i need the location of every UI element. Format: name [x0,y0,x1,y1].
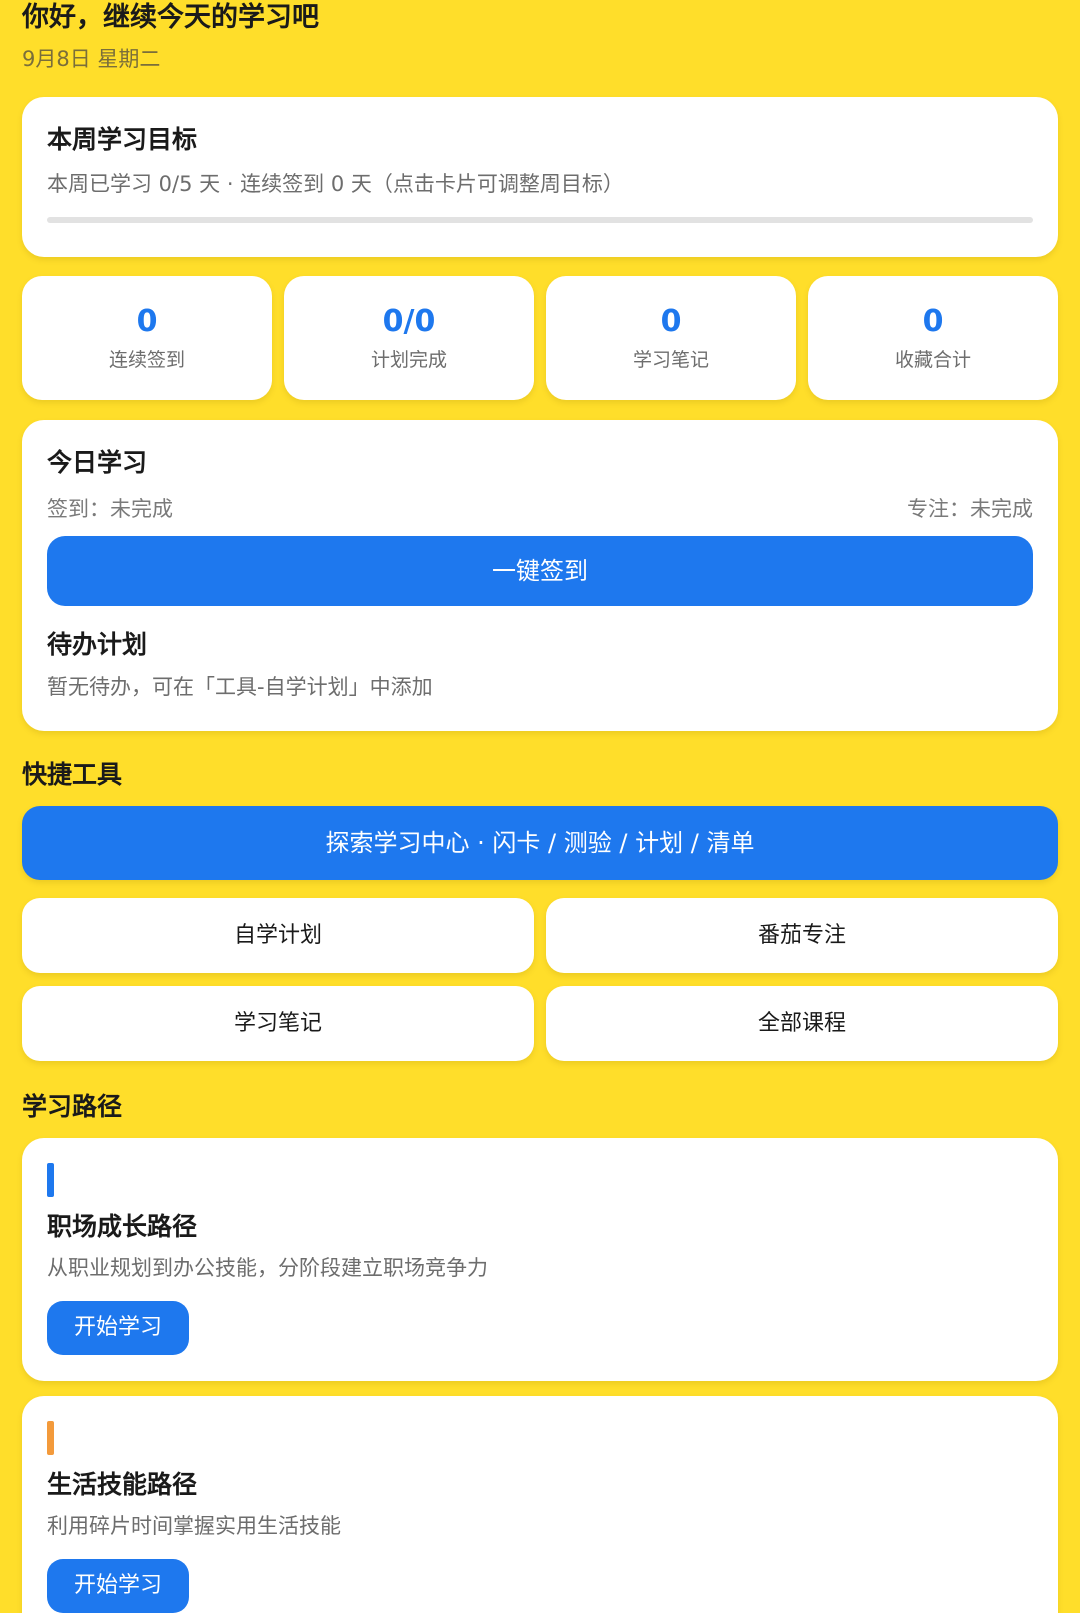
life-skills-path-card: 生活技能路径 利用碎片时间掌握实用生活技能 开始学习 [22,1396,1058,1613]
explore-center-button[interactable]: 探索学习中心 · 闪卡 / 测验 / 计划 / 清单 [22,806,1058,880]
home-page: 你好，继续今天的学习吧 9月8日 星期二 本周学习目标 本周已学习 0/5 天 … [0,0,1080,1613]
stat-value: 0 [922,304,944,339]
todo-empty-text: 暂无待办，可在「工具-自学计划」中添加 [47,675,433,699]
self-study-plan-button[interactable]: 自学计划 [22,898,534,973]
stat-value: 0 [660,304,682,339]
weekly-goal-title: 本周学习目标 [47,125,198,154]
checkin-status: 签到：未完成 [47,497,173,521]
stat-plan-complete[interactable]: 0/0 计划完成 [284,276,534,400]
stat-streak[interactable]: 0 连续签到 [22,276,272,400]
weekly-progress-bar [47,217,1033,223]
pomodoro-focus-button[interactable]: 番茄专注 [546,898,1058,973]
path-description: 利用碎片时间掌握实用生活技能 [47,1514,341,1538]
start-learning-button[interactable]: 开始学习 [47,1301,189,1355]
stat-value: 0/0 [382,304,436,339]
all-courses-button[interactable]: 全部课程 [546,986,1058,1061]
path-title: 职场成长路径 [47,1212,198,1241]
stat-label: 收藏合计 [894,349,971,371]
path-description: 从职业规划到办公技能，分阶段建立职场竞争力 [47,1256,488,1280]
stat-label: 连续签到 [108,349,185,371]
stat-label: 学习笔记 [632,349,709,371]
quick-tools-grid: 自学计划 番茄专注 学习笔记 全部课程 [22,898,1058,1061]
study-notes-button[interactable]: 学习笔记 [22,986,534,1061]
greeting-title: 你好，继续今天的学习吧 [22,2,319,33]
career-path-card: 职场成长路径 从职业规划到办公技能，分阶段建立职场竞争力 开始学习 [22,1138,1058,1381]
start-learning-button[interactable]: 开始学习 [47,1559,189,1613]
quick-tools-title: 快捷工具 [22,760,123,789]
path-accent-bar [47,1421,54,1455]
stat-favorites[interactable]: 0 收藏合计 [808,276,1058,400]
today-study-card: 今日学习 签到：未完成 专注：未完成 一键签到 待办计划 暂无待办，可在「工具-… [22,420,1058,731]
today-status-row: 签到：未完成 专注：未完成 [47,494,1033,524]
path-accent-bar [47,1163,54,1197]
stat-value: 0 [136,304,158,339]
stats-row: 0 连续签到 0/0 计划完成 0 学习笔记 0 收藏合计 [22,276,1058,400]
weekly-goal-summary: 本周已学习 0/5 天 · 连续签到 0 天（点击卡片可调整周目标） [47,172,624,196]
today-title: 今日学习 [47,448,148,477]
path-title: 生活技能路径 [47,1470,198,1499]
checkin-button[interactable]: 一键签到 [47,536,1033,606]
date-label: 9月8日 星期二 [22,47,161,71]
learning-paths-title: 学习路径 [22,1092,123,1121]
todo-title: 待办计划 [47,630,148,659]
focus-status: 专注：未完成 [907,497,1033,521]
stat-label: 计划完成 [370,349,447,371]
stat-notes[interactable]: 0 学习笔记 [546,276,796,400]
weekly-goal-card[interactable]: 本周学习目标 本周已学习 0/5 天 · 连续签到 0 天（点击卡片可调整周目标… [22,97,1058,257]
